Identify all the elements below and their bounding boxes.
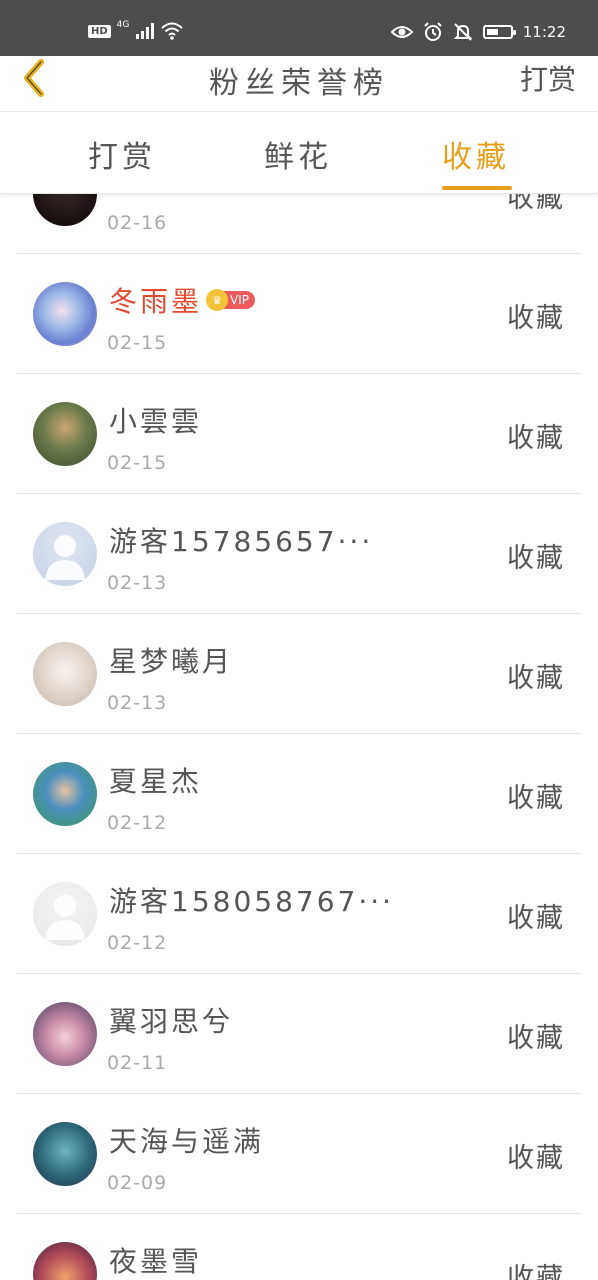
action-label: 收藏 [507, 783, 565, 814]
avatar[interactable] [33, 642, 97, 706]
active-tab-indicator [442, 186, 512, 190]
fan-list[interactable]: 02-16 收藏 冬雨墨 ♛ VIP 02-15 收藏 小雲雲 02-15 收藏 游客1578565… [0, 194, 598, 1280]
fan-list-content: 02-16 收藏 冬雨墨 ♛ VIP 02-15 收藏 小雲雲 02-15 收藏 游客1578565… [0, 194, 598, 1280]
fan-row[interactable]: 02-16 收藏 [17, 194, 581, 254]
default-avatar-icon[interactable] [33, 522, 97, 586]
vip-badge: ♛ VIP [206, 289, 255, 311]
action-label: 收藏 [507, 543, 565, 574]
avatar[interactable] [33, 1122, 97, 1186]
wifi-icon [161, 22, 184, 40]
fan-date: 02-11 [107, 1052, 168, 1074]
fan-date: 02-09 [107, 1172, 168, 1194]
fan-name[interactable]: 游客158058767··· [109, 880, 394, 920]
name-line: 夏星杰 [109, 760, 202, 800]
name-line: 天海与遥满 [109, 1120, 264, 1160]
fan-row[interactable]: 小雲雲 02-15 收藏 [17, 374, 581, 494]
fan-name[interactable]: 夏星杰 [109, 760, 202, 800]
status-right: 11:22 [390, 22, 566, 42]
fan-name[interactable]: 游客15785657··· [109, 520, 373, 560]
fan-row[interactable]: 天海与遥满 02-09 收藏 [17, 1094, 581, 1214]
action-label: 收藏 [507, 1023, 565, 1054]
fan-row[interactable]: 星梦曦月 02-13 收藏 [17, 614, 581, 734]
page-title: 粉丝荣誉榜 [209, 66, 389, 101]
tab-reward[interactable]: 打赏 [62, 132, 182, 176]
reward-button[interactable]: 打赏 [520, 58, 576, 98]
tab-flowers[interactable]: 鲜花 [238, 132, 358, 176]
fan-row[interactable]: 冬雨墨 ♛ VIP 02-15 收藏 [17, 254, 581, 374]
eye-icon [390, 26, 413, 38]
fan-row[interactable]: 游客15785657··· 02-13 收藏 [17, 494, 581, 614]
default-avatar-icon[interactable] [33, 882, 97, 946]
name-line: 星梦曦月 [109, 640, 233, 680]
battery-level [486, 29, 498, 35]
status-time: 11:22 [522, 23, 566, 41]
avatar[interactable] [33, 402, 97, 466]
action-label: 收藏 [507, 423, 565, 454]
name-line: 小雲雲 [109, 400, 202, 440]
name-line: 冬雨墨 ♛ VIP [109, 280, 255, 320]
fan-date: 02-12 [107, 932, 168, 954]
crown-icon: ♛ [206, 289, 229, 311]
name-line: 翼羽思兮 [109, 1000, 233, 1040]
fan-name[interactable]: 夜墨雪 [109, 1240, 202, 1280]
status-left: HD 4G [88, 20, 184, 40]
tab-favorites[interactable]: 收藏 [416, 132, 536, 176]
fan-row[interactable]: 翼羽思兮 02-11 收藏 [17, 974, 581, 1094]
tab-bar: 打赏 鲜花 收藏 [0, 112, 598, 194]
fan-name[interactable]: 小雲雲 [109, 400, 202, 440]
avatar[interactable] [33, 762, 97, 826]
fan-date: 02-16 [107, 212, 168, 234]
fan-row[interactable]: 游客158058767··· 02-12 收藏 [17, 854, 581, 974]
bell-off-icon [453, 23, 473, 41]
battery-icon [482, 25, 516, 39]
network-type: 4G [116, 20, 130, 30]
action-label: 收藏 [507, 1263, 565, 1280]
fan-name[interactable]: 冬雨墨 [109, 280, 202, 320]
hd-badge: HD [88, 24, 111, 38]
avatar[interactable] [33, 1242, 97, 1280]
fan-date: 02-13 [107, 692, 168, 714]
name-line: 夜墨雪 [109, 1240, 202, 1280]
fan-date: 02-15 [107, 452, 168, 474]
nav-header: 粉丝荣誉榜 打赏 [0, 56, 598, 112]
avatar[interactable] [33, 282, 97, 346]
fan-date: 02-13 [107, 572, 168, 594]
avatar[interactable] [33, 194, 97, 226]
action-label: 收藏 [507, 663, 565, 694]
status-bar: HD 4G 11:22 [0, 0, 598, 56]
name-line: 游客15785657··· [109, 520, 373, 560]
alarm-icon [424, 22, 442, 41]
fan-date: 02-15 [107, 332, 168, 354]
action-label: 收藏 [507, 1143, 565, 1174]
action-label: 收藏 [507, 194, 565, 214]
fan-name[interactable]: 翼羽思兮 [109, 1000, 233, 1040]
fan-row[interactable]: 夏星杰 02-12 收藏 [17, 734, 581, 854]
action-label: 收藏 [507, 903, 565, 934]
fan-date: 02-12 [107, 812, 168, 834]
fan-name[interactable]: 星梦曦月 [109, 640, 233, 680]
fan-row[interactable]: 夜墨雪收藏 [17, 1214, 581, 1280]
action-label: 收藏 [507, 303, 565, 334]
name-line: 游客158058767··· [109, 880, 394, 920]
avatar[interactable] [33, 1002, 97, 1066]
fan-name[interactable]: 天海与遥满 [109, 1120, 264, 1160]
signal-icon [136, 23, 155, 39]
